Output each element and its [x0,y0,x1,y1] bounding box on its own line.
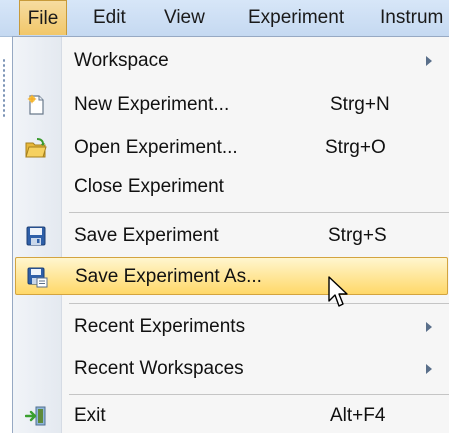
menu-item-label: Open Experiment... [74,137,238,158]
menu-item-exit[interactable]: Exit Alt+F4 [13,397,449,435]
toolbar-gripper [2,58,6,118]
submenu-arrow-icon [426,322,432,332]
menu-item-label: Close Experiment [74,176,224,197]
floppy-disk-icon [26,226,46,246]
menu-separator [69,303,449,304]
menu-view[interactable]: View [164,0,205,36]
menu-item-label: Workspace [74,50,169,71]
menu-edit[interactable]: Edit [93,0,126,36]
menu-separator [69,212,449,213]
file-menu-dropdown: Workspace New Experiment... Strg+N Open … [12,36,449,433]
menu-item-label: Recent Experiments [74,316,246,337]
menu-item-label: Exit [74,405,106,426]
shortcut-text: Strg+S [328,225,387,246]
submenu-arrow-icon [426,364,432,374]
menu-item-open-experiment[interactable]: Open Experiment... Strg+O [13,129,449,167]
menu-item-recent-experiments[interactable]: Recent Experiments [13,308,449,346]
menu-item-label: Save Experiment As... [75,266,262,287]
menu-separator [69,394,449,395]
mouse-pointer-icon [328,276,348,307]
menu-file[interactable]: File [19,0,67,35]
submenu-arrow-icon [426,56,432,66]
save-as-icon [27,267,48,288]
menu-item-label: New Experiment... [74,94,230,115]
menu-item-recent-workspaces[interactable]: Recent Workspaces [13,350,449,388]
menu-item-label: Recent Workspaces [74,358,244,379]
menu-item-new-experiment[interactable]: New Experiment... Strg+N [13,86,449,124]
shortcut-text: Strg+N [330,94,390,115]
menu-experiment[interactable]: Experiment [248,0,344,36]
new-document-icon [27,94,44,115]
menu-item-workspace[interactable]: Workspace [13,42,449,80]
menu-item-label: Save Experiment [74,225,219,246]
menu-item-close-experiment[interactable]: Close Experiment [13,168,449,206]
open-folder-icon [25,138,47,158]
shortcut-text: Strg+O [325,137,386,158]
exit-door-icon [25,406,46,426]
menu-item-save-experiment-as[interactable]: Save Experiment As... [15,257,448,295]
menu-item-save-experiment[interactable]: Save Experiment Strg+S [13,217,449,255]
menu-bar: File Edit View Experiment Instrum [0,0,449,37]
shortcut-text: Alt+F4 [330,405,386,426]
menu-instruments[interactable]: Instrum [380,0,443,36]
